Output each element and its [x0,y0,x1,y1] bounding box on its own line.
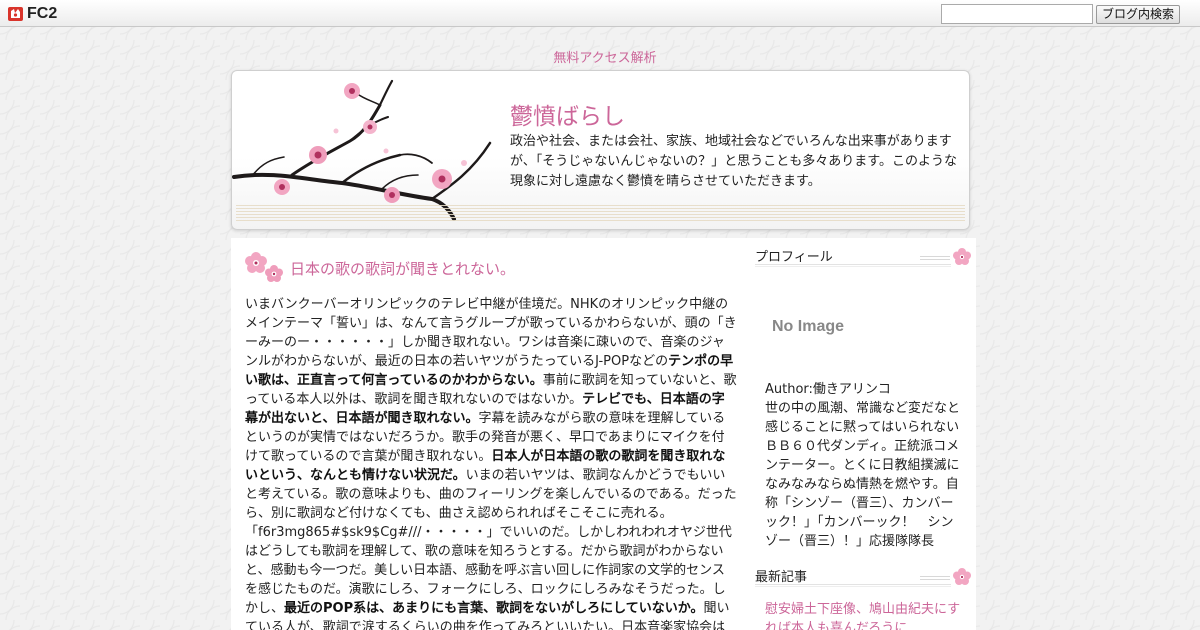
blog-search-button[interactable]: ブログ内検索 [1096,5,1180,24]
fc2-logo-text: FC2 [27,4,58,22]
plum-flower-icon [953,568,971,585]
blog-header: 鬱憤ばらし 政治や社会、または会社、家族、地域社会などでいろんな出来事があります… [231,70,970,230]
entry-body: いまバンクーバーオリンピックのテレビ中継が佳境だ。NHKのオリンピック中継のメイ… [245,295,737,630]
blog-description: 政治や社会、または会社、家族、地域社会などでいろんな出来事がありますが、「そうじ… [510,134,957,189]
fc2-header-bar: FC2 ブログ内検索 [0,0,1200,27]
plum-flower-icon [953,248,971,265]
plum-flower-icon [245,252,283,282]
fc2-fox-icon [8,7,23,21]
header-stripe-divider [236,205,965,221]
profile-heading-label: プロフィール [755,250,833,265]
blog-title[interactable]: 鬱憤ばらし [510,97,625,131]
entry-text: いまの若いヤツは、歌詞なんかどうでもいいと考えている。歌の意味よりも、曲のフィー… [245,468,737,616]
heading-deco-lines [920,256,950,262]
profile-author: Author:働きアリンコ 世の中の風潮、常識など変だなと感じることに黙ってはい… [765,380,965,551]
profile-no-image: No Image [772,318,845,335]
entry-text: いまバンクーバーオリンピックのテレビ中継が佳境だ。NHKのオリンピック中継のメイ… [245,297,737,369]
blog-search-input[interactable] [941,4,1093,24]
author-bio: 世の中の風潮、常識など変だなと感じることに黙ってはいられないＢＢ６０代ダンディ。… [765,401,961,549]
recent-posts-heading-label: 最新記事 [755,570,808,585]
heading-rule [755,264,951,267]
plum-blossom-branch-illustration [232,79,492,221]
recent-posts-heading: 最新記事 [755,558,973,587]
fc2-logo[interactable]: FC2 [7,4,57,23]
entry-title[interactable]: 日本の歌の歌詞が聞きとれない。 [290,258,515,279]
heading-deco-lines [920,576,950,582]
profile-heading: プロフィール [755,238,973,267]
free-access-analysis-link[interactable]: 無料アクセス解析 [0,47,1200,66]
recent-posts-list: 慰安婦土下座像、鳩山由紀夫にすれば本人も喜んだろうに [765,600,965,630]
author-name: Author:働きアリンコ [765,382,891,397]
entry-bold-text: 最近のPOP系は、あまりにも言葉、歌詞をないがしろにしていないか。 [284,601,704,616]
heading-rule [755,584,951,587]
recent-post-link[interactable]: 慰安婦土下座像、鳩山由紀夫にすれば本人も喜んだろうに [765,600,965,630]
